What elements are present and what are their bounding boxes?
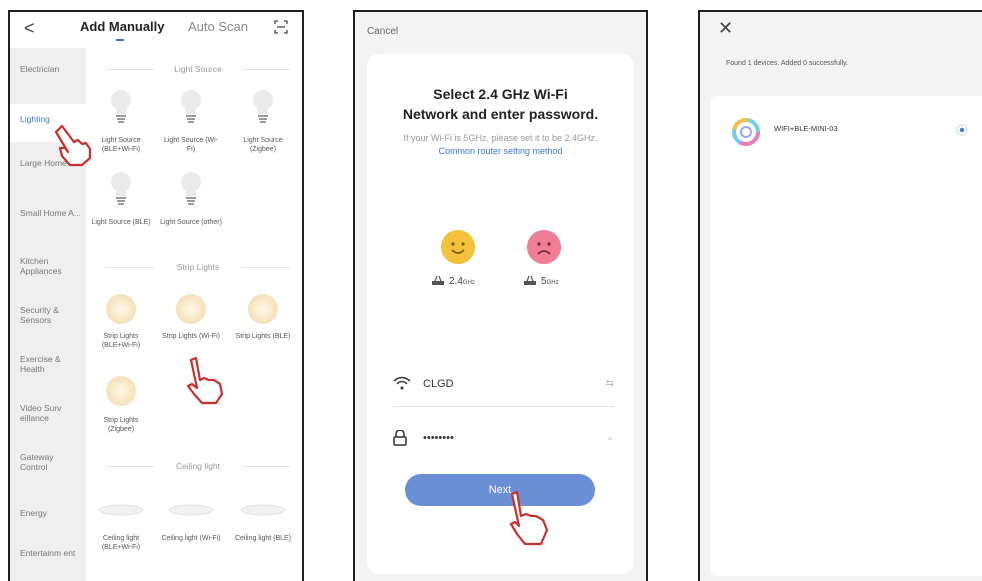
pointing-hand-icon [509, 490, 549, 546]
band-unit: GHz [462, 280, 475, 286]
device-label: Light Source (other) [160, 219, 222, 226]
device-ceiling-ble-wifi[interactable]: Ceiling light (BLE+Wi-Fi) [90, 504, 152, 564]
lock-icon [393, 430, 407, 446]
sidebar-item-gateway[interactable]: Gateway Control [20, 452, 82, 472]
sidebar-item-exercise[interactable]: Exercise & Health [20, 354, 82, 374]
divider [393, 406, 614, 407]
section-strip-lights: Strip Lights [100, 262, 296, 272]
ceiling-light-icon [240, 504, 286, 516]
bulb-icon [253, 90, 273, 123]
device-label: Light Source (Zigbee) [243, 137, 283, 153]
title-line-2: Network and enter password. [402, 106, 599, 122]
tab-add-manually[interactable]: Add Manually [80, 19, 165, 34]
device-label: Ceiling light (BLE) [234, 535, 292, 542]
band-2-4ghz: 2.4GHz [431, 276, 475, 287]
section-light-source: Light Source [100, 64, 296, 74]
device-label: Ceiling light (BLE+Wi-Fi) [101, 535, 141, 551]
add-device-screen: < Add Manually Auto Scan Electrician Lig… [8, 10, 304, 581]
wifi-name-field[interactable]: CLGD ⇆ [393, 366, 614, 406]
bulb-icon [181, 172, 201, 205]
password-value: •••••••• [423, 432, 454, 444]
device-list: WIFI+BLE-MINI-03 [710, 96, 982, 576]
wifi-name-value: CLGD [423, 378, 454, 390]
ceiling-light-icon [98, 504, 144, 516]
band-5ghz: 5GHz [523, 276, 559, 287]
device-light-zigbee[interactable]: Light Source (Zigbee) [232, 88, 294, 168]
password-field[interactable]: •••••••• ⌄ [393, 420, 614, 460]
strip-light-icon [248, 294, 278, 324]
wifi-hint: If your Wi-Fi is 5GHz, please set it to … [397, 132, 604, 158]
tab-indicator [116, 39, 124, 41]
bulb-icon [111, 172, 131, 205]
section-ceiling-light: Ceiling light [100, 461, 296, 471]
strip-light-icon [106, 294, 136, 324]
device-strip-zigbee[interactable]: Strip Lights (Zigbee) [90, 376, 152, 446]
sidebar-item-electrician[interactable]: Electrician [20, 64, 82, 74]
device-light-wifi[interactable]: Light Source (Wi-Fi) [160, 88, 222, 168]
sidebar-item-video[interactable]: Video Surv eillance [20, 403, 82, 423]
switch-network-icon[interactable]: ⇆ [606, 378, 614, 389]
device-label: Strip Lights (Zigbee) [103, 417, 139, 433]
device-label: Light Source (BLE) [91, 219, 151, 226]
device-ceiling-ble[interactable]: Ceiling light (BLE) [232, 504, 294, 564]
ceiling-light-icon [168, 504, 214, 516]
device-label: Strip Lights (BLE+Wi-Fi) [101, 333, 141, 349]
pointing-hand-icon [186, 356, 224, 405]
wifi-card: Select 2.4 GHz Wi-Fi Network and enter p… [367, 54, 634, 574]
router-icon [524, 276, 536, 286]
hint-text: If your Wi-Fi is 5GHz, please set it to … [403, 133, 598, 143]
device-strip-wifi[interactable]: Strip Lights (Wi-Fi) [160, 294, 222, 354]
scan-icon[interactable] [274, 20, 288, 34]
device-ceiling-wifi[interactable]: Ceiling light (Wi-Fi) [160, 504, 222, 564]
loading-spinner-icon [956, 124, 968, 136]
bulb-icon [181, 90, 201, 123]
sidebar-item-entertainment[interactable]: Entertainm ent [20, 548, 82, 558]
chevron-down-icon[interactable]: ⌄ [606, 432, 614, 443]
device-light-ble-wifi[interactable]: Light Source (BLE+Wi-Fi) [90, 88, 152, 168]
sidebar-item-kitchen[interactable]: Kitchen Appliances [20, 256, 82, 276]
sad-face-icon [527, 230, 561, 264]
device-name: WIFI+BLE-MINI-03 [774, 124, 838, 133]
sidebar-item-security[interactable]: Security & Sensors [20, 305, 82, 325]
wifi-setup-screen: Cancel Select 2.4 GHz Wi-Fi Network and … [353, 10, 648, 581]
title-line-1: Select 2.4 GHz Wi-Fi [433, 86, 568, 102]
router-help-link[interactable]: Common router setting method [438, 146, 562, 156]
device-label: Light Source (BLE+Wi-Fi) [101, 137, 141, 153]
happy-face-icon [441, 230, 475, 264]
router-icon [432, 276, 444, 286]
back-icon[interactable]: < [24, 18, 35, 39]
close-icon[interactable]: ✕ [718, 18, 733, 39]
band-ok-value: 2.4 [449, 276, 463, 287]
wifi-icon [393, 376, 411, 390]
device-label: Strip Lights (BLE) [235, 333, 291, 340]
cancel-button[interactable]: Cancel [367, 26, 398, 37]
device-app-icon [732, 118, 760, 146]
pointing-hand-icon [54, 124, 92, 167]
page-title: Select 2.4 GHz Wi-Fi Network and enter p… [367, 84, 634, 124]
strip-light-icon [176, 294, 206, 324]
band-unit: GHz [546, 280, 559, 286]
found-summary: Found 1 devices. Added 0 successfully. [726, 60, 849, 67]
bulb-icon [111, 90, 131, 123]
device-label: Strip Lights (Wi-Fi) [162, 333, 220, 340]
strip-light-icon [106, 376, 136, 406]
device-strip-ble-wifi[interactable]: Strip Lights (BLE+Wi-Fi) [90, 294, 152, 354]
device-light-ble[interactable]: Light Source (BLE) [90, 170, 152, 250]
header: < Add Manually Auto Scan [10, 12, 302, 48]
sidebar-item-energy[interactable]: Energy [20, 508, 82, 518]
next-button[interactable]: Next [405, 474, 595, 506]
device-found-screen: ✕ Found 1 devices. Added 0 successfully.… [698, 10, 982, 581]
device-strip-ble[interactable]: Strip Lights (BLE) [232, 294, 294, 354]
device-label: Light Source (Wi-Fi) [163, 137, 219, 153]
sidebar-item-small-home[interactable]: Small Home A... [20, 208, 82, 218]
device-label: Ceiling light (Wi-Fi) [161, 535, 221, 542]
device-light-other[interactable]: Light Source (other) [160, 170, 222, 250]
tab-auto-scan[interactable]: Auto Scan [188, 19, 248, 34]
